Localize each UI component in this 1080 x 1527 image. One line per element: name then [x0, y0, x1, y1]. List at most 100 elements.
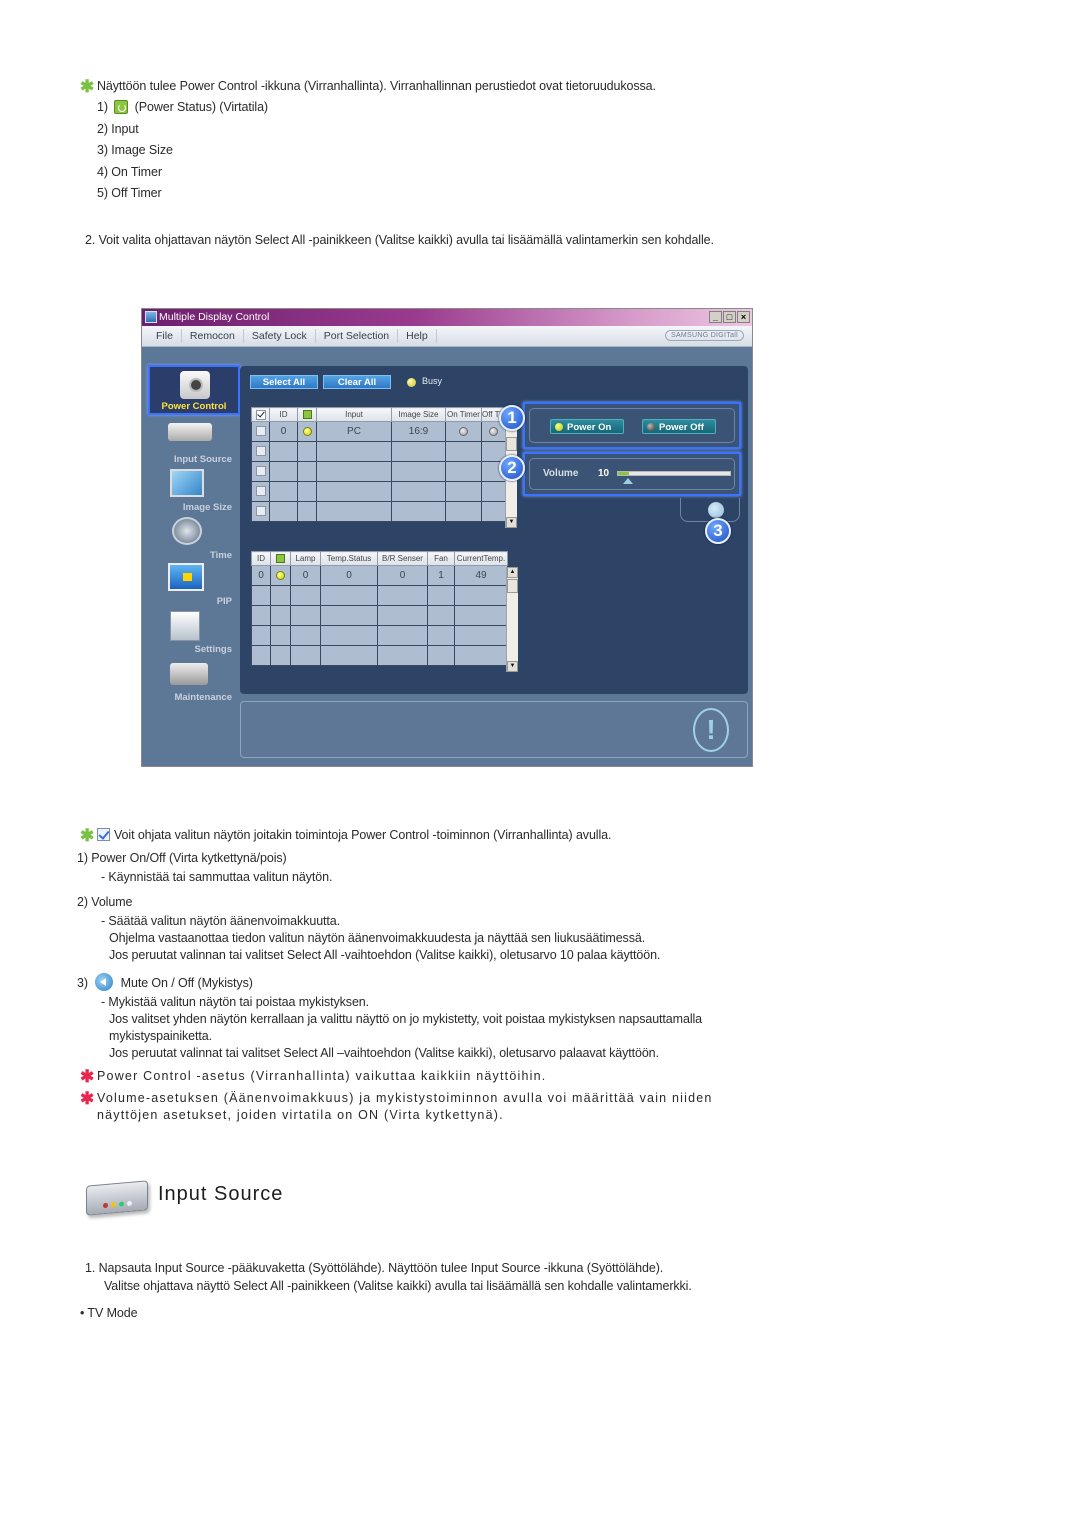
menu-help[interactable]: Help — [398, 329, 437, 343]
maintenance-grid-scrollbar[interactable]: ▲ ▼ — [506, 567, 518, 672]
input-source-step-1: 1. Napsauta Input Source -pääkuvaketta (… — [85, 1261, 664, 1275]
note-star-icon: ✱ — [80, 77, 95, 96]
table-row[interactable] — [251, 501, 506, 522]
item-label: Mute On / Off (Mykistys) — [120, 976, 253, 990]
sidebar-label: Time — [209, 550, 232, 561]
details-note: Voit ohjata valitun näytön joitakin toim… — [97, 828, 611, 842]
volume-panel: Volume 10 — [523, 452, 741, 496]
select-all-checkbox[interactable] — [251, 407, 270, 422]
table-row — [251, 645, 508, 666]
item-number: 1) — [97, 100, 108, 114]
menu-remocon[interactable]: Remocon — [182, 329, 244, 343]
sidebar-item-time[interactable]: Time — [148, 515, 240, 563]
col-br-sensor: B/R Senser — [377, 551, 428, 566]
col-image-size: Image Size — [391, 407, 446, 422]
menu-safety-lock[interactable]: Safety Lock — [244, 329, 316, 343]
menu-bar: File Remocon Safety Lock Port Selection … — [142, 326, 752, 347]
mute-speaker-icon[interactable] — [708, 502, 724, 518]
sidebar-item-maintenance[interactable]: Maintenance — [148, 657, 240, 705]
title-bar: Multiple Display Control _ □ × — [142, 309, 752, 326]
scroll-thumb[interactable] — [507, 579, 518, 593]
input-source-step-1-cont: Valitse ohjattava näyttö Select All -pai… — [104, 1279, 692, 1293]
input-source-icon — [86, 1180, 148, 1216]
scroll-up-arrow-icon[interactable]: ▲ — [507, 567, 518, 578]
cell-current-temp: 49 — [454, 565, 508, 586]
callout-badge-3: 3 — [705, 518, 731, 544]
power-on-label: Power On — [567, 422, 612, 433]
maintenance-grid: ID Lamp Temp.Status B/R Senser Fan Curre… — [251, 551, 508, 666]
row-checkbox[interactable] — [251, 501, 270, 522]
cell-id: 0 — [269, 421, 298, 442]
intro-note: Näyttöön tulee Power Control -ikkuna (Vi… — [97, 79, 656, 93]
app-icon — [145, 311, 157, 323]
cell-br-sensor: 0 — [377, 565, 428, 586]
col-id: ID — [251, 551, 271, 566]
table-row[interactable] — [251, 481, 506, 502]
item-label: Off Timer — [111, 186, 162, 200]
intro-item-3: 3) Image Size — [97, 143, 173, 157]
col-temp-status: Temp.Status — [320, 551, 378, 566]
callout-badge-2: 2 — [499, 455, 525, 481]
details-item-3-desc-3: mykistyspainiketta. — [109, 1029, 212, 1043]
menu-port-selection[interactable]: Port Selection — [316, 329, 399, 343]
power-status-icon — [114, 100, 129, 114]
power-control-icon — [180, 371, 210, 399]
sidebar: Power Control Input Source Image Size Ti… — [142, 347, 240, 767]
warning-star-icon: ✱ — [80, 1067, 95, 1086]
scroll-down-arrow-icon[interactable]: ▼ — [507, 661, 518, 672]
details-item-2-desc-3: Jos peruutat valinnan tai valitset Selec… — [109, 948, 661, 962]
sidebar-item-power-control[interactable]: Power Control — [148, 365, 240, 415]
row-checkbox[interactable] — [251, 461, 270, 482]
sidebar-item-pip[interactable]: PIP — [148, 561, 240, 609]
item-label: On Timer — [111, 165, 162, 179]
power-panel: Power On Power Off — [523, 402, 741, 449]
sidebar-item-settings[interactable]: Settings — [148, 609, 240, 657]
select-all-button[interactable]: Select All — [250, 375, 318, 389]
col-input: Input — [316, 407, 392, 422]
note-star-icon: ✱ — [80, 826, 95, 845]
row-checkbox[interactable] — [251, 481, 270, 502]
table-row[interactable] — [251, 461, 506, 482]
minimize-button[interactable]: _ — [709, 311, 722, 323]
volume-slider-thumb[interactable] — [623, 478, 634, 484]
cell-power — [297, 421, 317, 442]
volume-slider[interactable] — [617, 471, 731, 476]
power-status-icon — [276, 554, 285, 564]
close-button[interactable]: × — [737, 311, 750, 323]
pip-icon — [168, 563, 204, 591]
col-power-status — [297, 407, 317, 422]
row-checkbox[interactable] — [251, 421, 270, 442]
input-source-icon — [168, 423, 212, 441]
cell-input: PC — [316, 421, 392, 442]
menu-file[interactable]: File — [142, 329, 182, 343]
maximize-button[interactable]: □ — [723, 311, 736, 323]
mute-speaker-icon — [95, 973, 114, 991]
table-row — [251, 625, 508, 646]
item-label: Input — [111, 122, 139, 136]
intro-item-2: 2) Input — [97, 122, 139, 136]
power-on-button[interactable]: Power On — [550, 419, 624, 434]
sidebar-item-input-source[interactable]: Input Source — [148, 419, 240, 467]
callout-badge-1: 1 — [499, 405, 525, 431]
row-checkbox[interactable] — [251, 441, 270, 462]
table-row[interactable] — [251, 441, 506, 462]
table-row[interactable]: 0 PC 16:9 — [251, 421, 506, 442]
sidebar-label: Settings — [194, 644, 232, 655]
clock-icon — [172, 517, 202, 545]
scroll-down-arrow-icon[interactable]: ▼ — [506, 517, 517, 528]
clear-all-button[interactable]: Clear All — [323, 375, 391, 389]
scroll-thumb[interactable] — [506, 437, 517, 451]
table-row[interactable]: 0 0 0 0 1 49 — [251, 565, 508, 586]
sidebar-item-image-size[interactable]: Image Size — [148, 467, 240, 515]
power-off-button[interactable]: Power Off — [642, 419, 716, 434]
item-number: 3) — [97, 143, 108, 157]
timer-off-indicator-icon — [459, 426, 468, 436]
power-status-icon — [302, 410, 312, 420]
maintenance-icon — [170, 663, 208, 685]
section-title-input-source: Input Source — [158, 1183, 284, 1205]
tv-mode-bullet: • TV Mode — [80, 1306, 138, 1320]
sidebar-label: PIP — [216, 596, 232, 607]
warning-icon: ! — [693, 708, 729, 752]
settings-icon — [170, 611, 200, 641]
item-number: 5) — [97, 186, 108, 200]
